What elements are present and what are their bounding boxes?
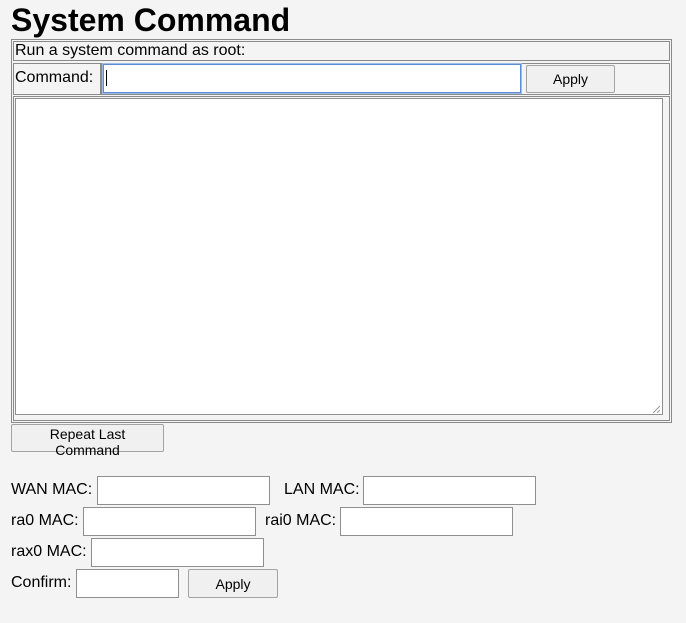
command-label: Command: xyxy=(15,69,94,86)
wan-mac-input[interactable] xyxy=(97,476,270,505)
page-title: System Command xyxy=(11,2,291,38)
confirm-label: Confirm: xyxy=(11,574,72,591)
lan-mac-label: LAN MAC: xyxy=(284,481,360,498)
lan-mac-input[interactable] xyxy=(363,476,536,505)
ra0-mac-label: ra0 MAC: xyxy=(11,512,79,529)
rai0-mac-input[interactable] xyxy=(340,507,513,536)
command-apply-button[interactable]: Apply xyxy=(526,65,615,93)
resize-grip-icon[interactable] xyxy=(652,405,660,413)
rax0-mac-input[interactable] xyxy=(91,538,264,567)
rai0-mac-label: rai0 MAC: xyxy=(265,512,337,529)
rax0-mac-label: rax0 MAC: xyxy=(11,543,87,560)
text-caret xyxy=(106,70,107,86)
command-header: Run a system command as root: xyxy=(15,42,246,59)
repeat-last-command-button[interactable]: Repeat Last Command xyxy=(11,424,164,458)
mac-apply-button[interactable]: Apply xyxy=(188,569,278,598)
command-output-textarea[interactable] xyxy=(15,98,663,415)
ra0-mac-input[interactable] xyxy=(83,507,256,536)
command-input[interactable] xyxy=(102,63,522,94)
wan-mac-label: WAN MAC: xyxy=(11,481,93,498)
confirm-input[interactable] xyxy=(76,569,179,598)
